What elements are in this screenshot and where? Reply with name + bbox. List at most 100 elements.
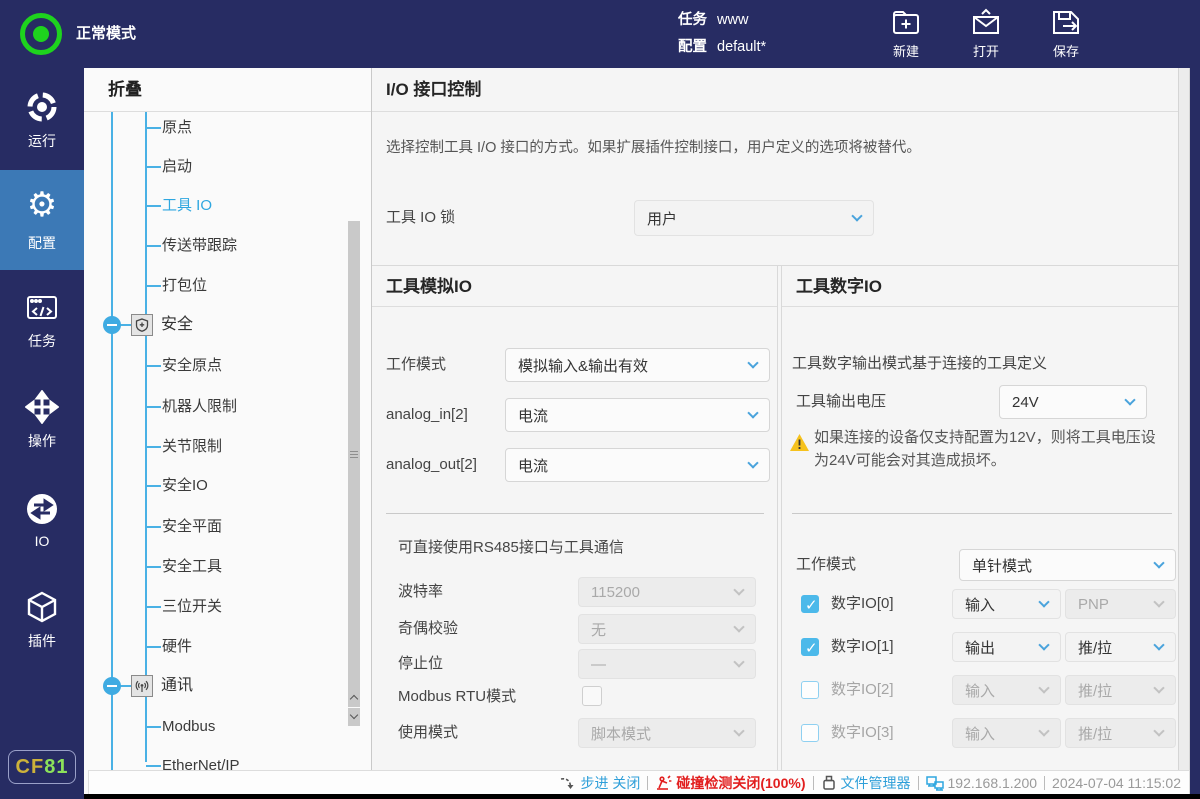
- tree-item-tool-io[interactable]: 工具 IO: [84, 186, 355, 226]
- section-title: I/O 接口控制: [372, 68, 1178, 112]
- separator: [813, 776, 814, 790]
- voltage-select[interactable]: 24V: [999, 385, 1147, 419]
- chevron-down-icon: [747, 407, 758, 418]
- antenna-icon: [131, 675, 153, 697]
- tree-scroll-down-button[interactable]: [348, 708, 360, 726]
- digital-io-2-direction-select: 输入: [952, 675, 1061, 705]
- robot-status-icon[interactable]: [20, 13, 62, 55]
- tree-item-startup[interactable]: 启动: [84, 147, 355, 187]
- task-value: www: [717, 12, 748, 28]
- chevron-down-icon: [733, 656, 744, 667]
- usb-drive-icon: [821, 775, 837, 791]
- sidebar-item-plugin[interactable]: 插件: [0, 570, 84, 670]
- sidebar-item-config[interactable]: ⚙ 配置: [0, 170, 84, 270]
- chevron-down-icon: [1038, 596, 1049, 607]
- move-arrows-icon: [25, 390, 59, 424]
- tree-item-robot-limit[interactable]: 机器人限制: [84, 387, 355, 427]
- chevron-down-icon: [1038, 639, 1049, 650]
- step-mode-toggle[interactable]: 步进 关闭: [560, 773, 640, 793]
- plugin-cube-icon: [25, 590, 59, 624]
- collapse-minus-icon[interactable]: [103, 316, 121, 334]
- collision-detection-toggle[interactable]: 碰撞检测关闭(100%): [655, 773, 805, 793]
- new-button[interactable]: 新建: [880, 4, 932, 64]
- tool-analog-io-panel: 工具模拟IO 工作模式 模拟输入&输出有效 analog_in[2] 电流 an…: [372, 266, 778, 770]
- tree-item-ethernet-ip[interactable]: EtherNet/IP: [84, 746, 355, 770]
- baud-select: 115200: [578, 577, 756, 607]
- chevron-down-icon: [1153, 682, 1164, 693]
- bottom-edge-strip: [84, 794, 1200, 799]
- tree-item-modbus[interactable]: Modbus: [84, 707, 355, 747]
- status-bar: 步进 关闭 碰撞检测关闭(100%) 文件管理器 192.168.1.200: [88, 770, 1190, 794]
- gear-icon: ⚙: [27, 188, 57, 226]
- chevron-down-icon: [1153, 596, 1164, 607]
- tree-scroll-up-button[interactable]: [348, 689, 360, 707]
- analog-work-mode-select[interactable]: 模拟输入&输出有效: [505, 348, 770, 382]
- tree-section-communication[interactable]: 通讯: [84, 666, 355, 706]
- step-arrow-icon: [560, 775, 576, 791]
- chevron-down-icon: [1153, 557, 1164, 568]
- sidebar-item-operate[interactable]: 操作: [0, 370, 84, 470]
- sidebar-item-run[interactable]: 运行: [0, 70, 84, 170]
- io-exchange-icon: [25, 492, 59, 526]
- panel-title: 工具模拟IO: [372, 266, 777, 307]
- tree-section-safety[interactable]: 安全: [84, 305, 355, 345]
- main-scrollbar-track[interactable]: [1178, 68, 1190, 770]
- tree-item-safety-plane[interactable]: 安全平面: [84, 507, 355, 547]
- rtu-mode-checkbox[interactable]: [582, 686, 602, 706]
- tree-item-hardware[interactable]: 硬件: [84, 627, 355, 667]
- tree-item-conveyor[interactable]: 传送带跟踪: [84, 226, 355, 266]
- digital-io-1-mode-select[interactable]: 推/拉: [1065, 632, 1176, 662]
- tree-item-safety-tool[interactable]: 安全工具: [84, 547, 355, 587]
- digital-io-1-label: 数字IO[1]: [831, 632, 894, 662]
- tree-item-three-pos-switch[interactable]: 三位开关: [84, 587, 355, 627]
- tool-io-lock-select[interactable]: 用户: [634, 200, 874, 236]
- digital-io-1-direction-select[interactable]: 输出: [952, 632, 1061, 662]
- analog-in-label: analog_in[2]: [386, 398, 468, 432]
- chevron-down-icon: [747, 457, 758, 468]
- collapse-minus-icon[interactable]: [103, 677, 121, 695]
- task-config-block: 任务www 配置default*: [678, 7, 766, 61]
- tree-scrollbar-thumb[interactable]: [348, 221, 360, 689]
- rs485-note: 可直接使用RS485接口与工具通信: [398, 536, 624, 557]
- network-icon: [926, 775, 944, 791]
- tree-collapse-header[interactable]: 折叠: [84, 68, 371, 112]
- tree-item-safety-io[interactable]: 安全IO: [84, 466, 355, 506]
- ip-address: 192.168.1.200: [948, 775, 1038, 791]
- save-button[interactable]: 保存: [1040, 4, 1092, 64]
- sidebar-item-task[interactable]: 任务: [0, 270, 84, 370]
- digital-io-2-checkbox[interactable]: [801, 681, 819, 699]
- badge-prefix: CF: [16, 756, 45, 779]
- file-manager-button[interactable]: 文件管理器: [821, 773, 911, 793]
- analog-out-select[interactable]: 电流: [505, 448, 770, 482]
- tree-item-pack-pos[interactable]: 打包位: [84, 266, 355, 306]
- tree-item-origin[interactable]: 原点: [84, 112, 355, 148]
- save-icon: [1050, 7, 1082, 39]
- config-label: 配置: [678, 39, 707, 55]
- digital-io-3-checkbox[interactable]: [801, 724, 819, 742]
- rtu-mode-label: Modbus RTU模式: [398, 684, 516, 710]
- tree-item-joint-limit[interactable]: 关节限制: [84, 427, 355, 467]
- tree-item-safe-origin[interactable]: 安全原点: [84, 346, 355, 386]
- digital-work-mode-select[interactable]: 单针模式: [959, 549, 1176, 581]
- io-interface-section: I/O 接口控制 选择控制工具 I/O 接口的方式。如果扩展插件控制接口，用户定…: [372, 68, 1178, 266]
- collision-icon: [655, 775, 672, 791]
- network-status[interactable]: 192.168.1.200: [926, 775, 1038, 791]
- sidebar-item-label: IO: [35, 533, 50, 549]
- open-button[interactable]: 打开: [960, 4, 1012, 64]
- stop-bit-select: —: [578, 649, 756, 679]
- code-window-icon: [25, 290, 59, 324]
- sidebar-item-io[interactable]: IO: [0, 470, 84, 570]
- digital-io-2-mode-select: 推/拉: [1065, 675, 1176, 705]
- parity-label: 奇偶校验: [398, 614, 458, 644]
- analog-in-select[interactable]: 电流: [505, 398, 770, 432]
- chevron-down-icon: [1153, 639, 1164, 650]
- app-window: 正常模式 任务www 配置default* 新建 打开: [0, 0, 1200, 799]
- chevron-down-icon: [1038, 682, 1049, 693]
- usage-mode-label: 使用模式: [398, 718, 458, 748]
- digital-io-0-checkbox[interactable]: [801, 595, 819, 613]
- separator: [1044, 776, 1045, 790]
- mode-label: 正常模式: [76, 0, 136, 68]
- digital-io-0-direction-select[interactable]: 输入: [952, 589, 1061, 619]
- digital-io-1-checkbox[interactable]: [801, 638, 819, 656]
- new-file-icon: [890, 7, 922, 39]
